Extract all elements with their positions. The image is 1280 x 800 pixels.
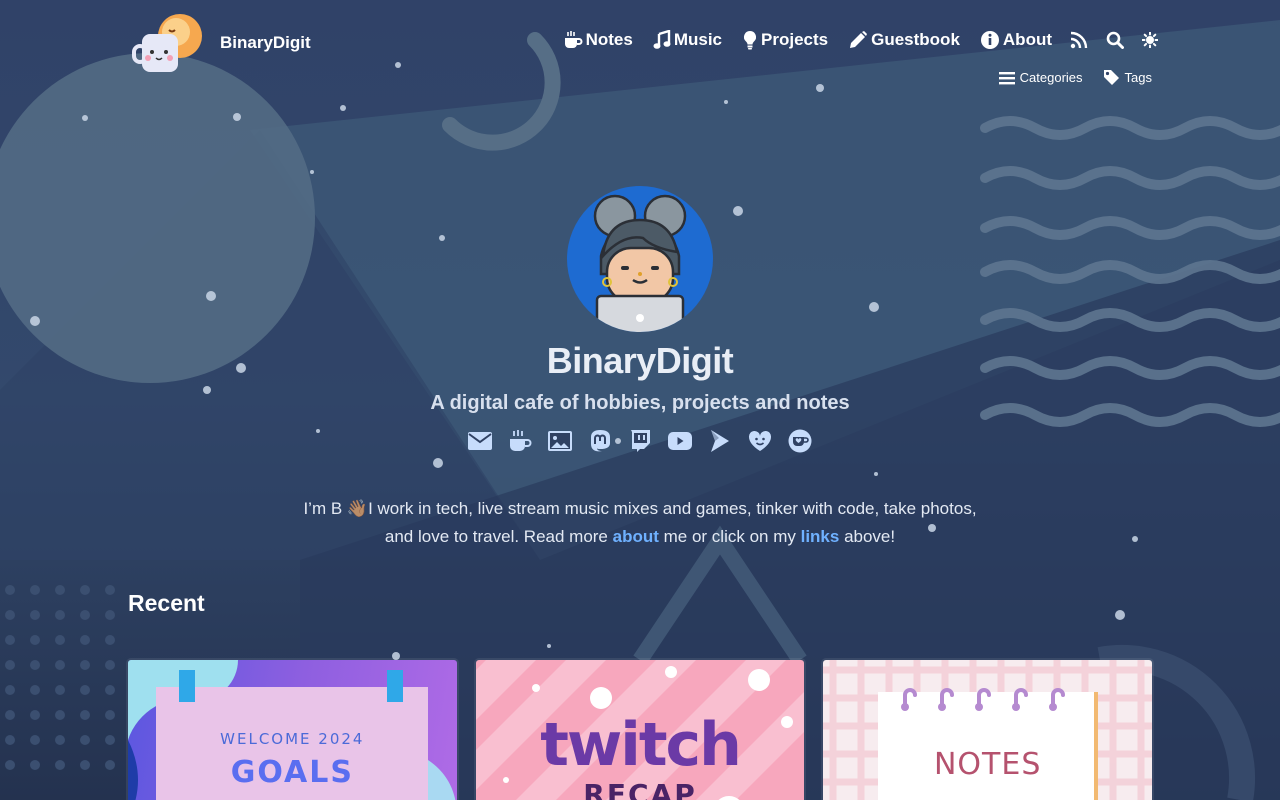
social-youtube-link[interactable] xyxy=(668,429,692,453)
post-card-notes[interactable]: NOTES xyxy=(823,660,1153,800)
intro-text: I’m B 👋🏽I work in tech, live stream musi… xyxy=(0,495,1280,551)
coffee-icon xyxy=(564,31,583,48)
nav-music[interactable]: Music xyxy=(653,30,722,50)
brand-home-link[interactable]: BinaryDigit xyxy=(132,10,311,76)
site-header: BinaryDigit Notes Music Projects Guestbo… xyxy=(0,0,1280,100)
about-link[interactable]: about xyxy=(613,527,659,546)
social-kofi-link[interactable] xyxy=(788,429,812,453)
nav-about[interactable]: About xyxy=(980,30,1052,50)
card-notes-title: NOTES xyxy=(933,747,1042,782)
nav-tags[interactable]: Tags xyxy=(1103,69,1152,86)
nav-guestbook-label: Guestbook xyxy=(871,30,960,49)
intro-line-2-mid: me or click on my xyxy=(658,527,801,546)
kofi-icon xyxy=(788,429,812,453)
play-icon xyxy=(711,430,729,452)
hero-section: BinaryDigit A digital cafe of hobbies, p… xyxy=(0,186,1280,551)
youtube-icon xyxy=(668,432,692,450)
sub-nav: Categories Tags xyxy=(979,69,1152,86)
social-links xyxy=(0,429,1280,453)
music-icon xyxy=(653,30,671,49)
recent-posts: WELCOME 2024 GOALS twitch RECAP NOTES xyxy=(128,660,1153,800)
post-card-twitch-recap[interactable]: twitch RECAP xyxy=(475,660,805,800)
coffee-icon xyxy=(510,430,532,451)
rss-button[interactable] xyxy=(1070,31,1088,49)
social-email-link[interactable] xyxy=(468,429,492,453)
site-tagline: A digital cafe of hobbies, projects and … xyxy=(430,392,850,414)
social-mastodon-link[interactable] xyxy=(588,429,612,453)
social-coffee-link[interactable] xyxy=(508,429,532,453)
main-nav: Notes Music Projects Guestbook About xyxy=(543,30,1158,50)
avatar-illustration-icon xyxy=(593,194,687,332)
search-button[interactable] xyxy=(1106,31,1124,49)
card-goals-line2: GOALS xyxy=(230,755,354,790)
heart-smile-icon xyxy=(748,430,772,451)
avatar xyxy=(567,186,713,332)
theme-toggle-button[interactable] xyxy=(1142,32,1158,48)
site-title: BinaryDigit xyxy=(546,340,734,381)
tag-icon xyxy=(1103,70,1119,85)
email-icon xyxy=(468,432,492,450)
lightbulb-icon xyxy=(743,30,757,50)
social-play-link[interactable] xyxy=(708,429,732,453)
theme-toggle-icon xyxy=(1142,32,1158,48)
rss-icon xyxy=(1070,31,1088,49)
card-twitch-line1: twitch xyxy=(540,710,742,780)
social-photos-link[interactable] xyxy=(548,429,572,453)
nav-notes[interactable]: Notes xyxy=(563,30,633,50)
nav-projects-label: Projects xyxy=(761,30,829,49)
recent-section-title: Recent xyxy=(128,590,205,616)
nav-projects[interactable]: Projects xyxy=(742,30,828,50)
mastodon-icon xyxy=(591,430,610,452)
nav-music-label: Music xyxy=(673,30,723,49)
nav-about-label: About xyxy=(1002,30,1052,49)
social-heart-link[interactable] xyxy=(748,429,772,453)
photo-icon xyxy=(548,431,572,451)
social-twitch-link[interactable] xyxy=(628,429,652,453)
brand-name[interactable]: BinaryDigit xyxy=(220,33,311,53)
card-twitch-line2: RECAP xyxy=(583,778,697,800)
nav-categories[interactable]: Categories xyxy=(998,70,1083,85)
nav-tags-label: Tags xyxy=(1124,70,1152,85)
links-link[interactable]: links xyxy=(801,527,840,546)
list-icon xyxy=(998,71,1015,84)
twitch-icon xyxy=(631,430,650,452)
intro-line-2-pre: and love to travel. Read more xyxy=(384,527,613,546)
intro-line-1: I’m B 👋🏽I work in tech, live stream musi… xyxy=(303,499,977,518)
mug-logo-icon xyxy=(132,10,206,76)
intro-line-2: and love to travel. Read more about me o… xyxy=(0,523,1280,551)
nav-guestbook[interactable]: Guestbook xyxy=(848,30,960,50)
pencil-icon xyxy=(850,31,868,48)
nav-notes-label: Notes xyxy=(585,30,633,49)
nav-categories-label: Categories xyxy=(1019,70,1083,85)
info-icon xyxy=(980,31,999,49)
card-goals-line1: WELCOME 2024 xyxy=(220,730,365,748)
intro-line-2-post: above! xyxy=(839,527,896,546)
search-icon xyxy=(1106,31,1124,49)
post-card-goals[interactable]: WELCOME 2024 GOALS xyxy=(128,660,457,800)
